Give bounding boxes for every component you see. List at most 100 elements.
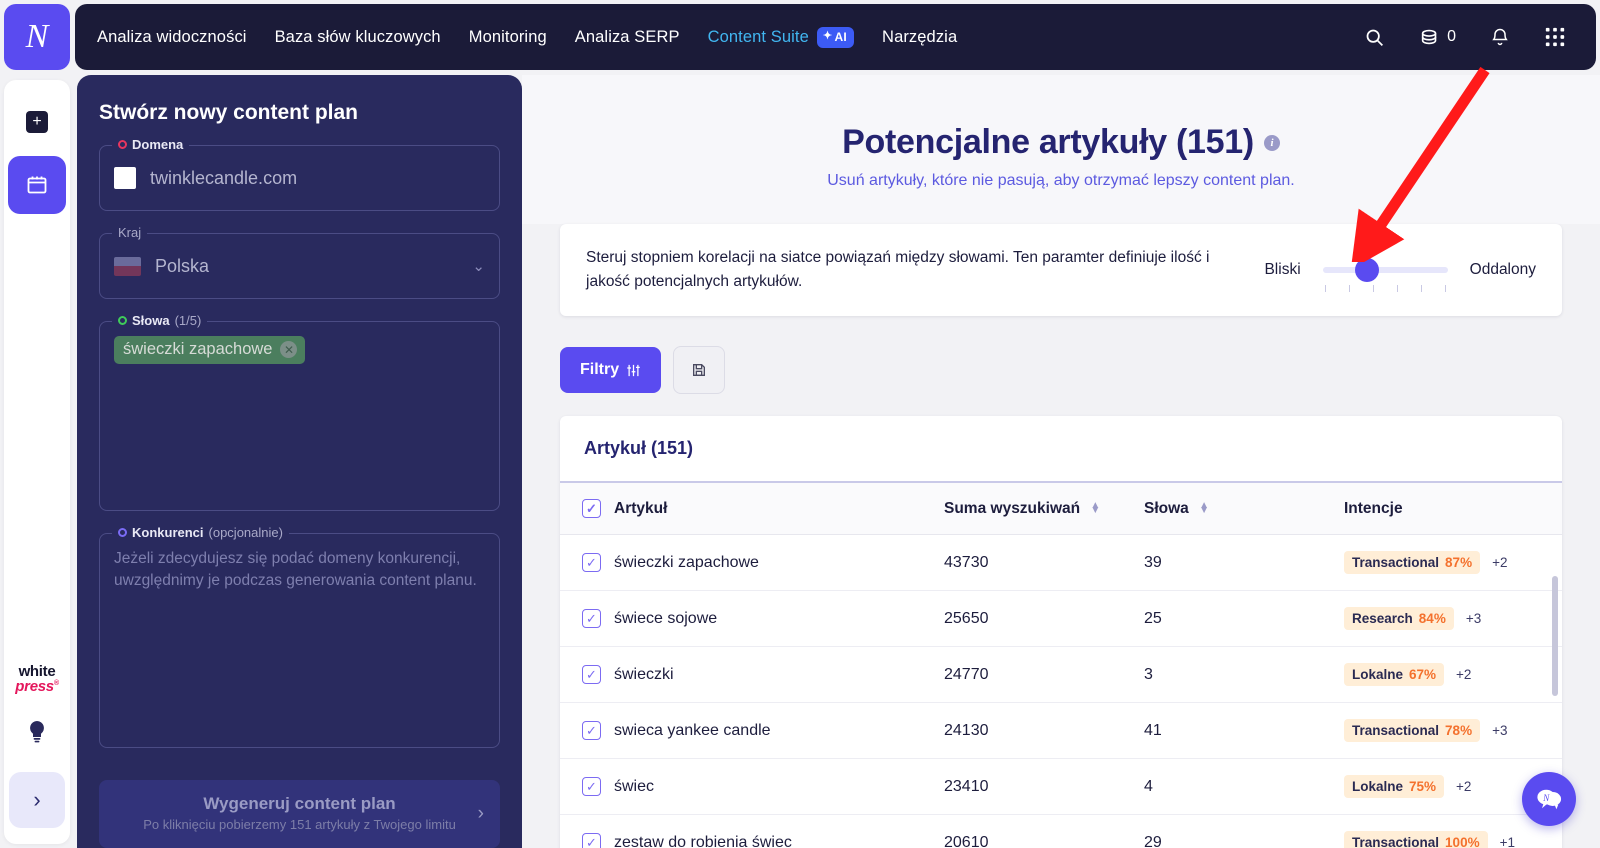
intent-label: Lokalne <box>1352 779 1404 795</box>
generate-button-label: Wygeneruj content plan <box>203 794 396 813</box>
row-intents: Transactional 78% +3 <box>1344 702 1562 760</box>
row-searches: 25650 <box>944 590 1144 648</box>
sort-icon[interactable]: ▲ ▼ <box>1090 500 1100 516</box>
generate-button-sublabel: Po kliknięciu pobierzemy 151 artykuły z … <box>143 817 456 832</box>
intent-badge[interactable]: Lokalne 75% <box>1344 775 1445 799</box>
ai-badge-label: AI <box>834 29 848 44</box>
chevron-down-icon[interactable]: ⌄ <box>472 257 485 275</box>
column-header-article[interactable]: Artykuł <box>614 483 944 536</box>
whitepress-logo-line2: press® <box>15 678 59 696</box>
row-searches: 23410 <box>944 758 1144 816</box>
row-checkbox[interactable]: ✓ <box>582 665 601 685</box>
country-field-row: Polska ⌄ <box>114 248 485 284</box>
intent-more-count: +3 <box>1492 723 1508 739</box>
keywords-legend-label: Słowa <box>132 313 170 328</box>
credits-button[interactable]: 0 <box>1419 26 1456 48</box>
row-checkbox[interactable]: ✓ <box>582 609 601 629</box>
save-view-button[interactable] <box>673 346 726 395</box>
intent-badge[interactable]: Research 84% <box>1344 607 1454 631</box>
nav-item-analiza-widocznosci[interactable]: Analiza widoczności <box>97 28 247 47</box>
row-select-cell: ✓ <box>560 702 614 760</box>
brand-logo-icon[interactable]: N <box>4 4 70 70</box>
optional-dot-icon <box>118 316 127 325</box>
create-content-plan-panel: Stwórz nowy content plan Domena twinklec… <box>77 75 522 848</box>
articles-table-title: Artykuł (151) <box>560 416 1562 484</box>
poland-flag-icon <box>114 256 141 276</box>
content-plan-nav-button[interactable] <box>8 156 66 214</box>
page-title-text: Potencjalne artykuły (151) <box>842 123 1254 161</box>
domain-field[interactable]: Domena twinklecandle.com <box>99 137 500 211</box>
credits-count: 0 <box>1447 28 1456 45</box>
add-new-button[interactable]: + <box>13 98 61 146</box>
country-field[interactable]: Kraj Polska ⌄ <box>99 225 500 299</box>
country-value: Polska <box>155 255 210 276</box>
app-root: N + white press® › Analiza widoczności B… <box>0 0 1600 848</box>
slider-track[interactable] <box>1322 267 1448 274</box>
row-checkbox[interactable]: ✓ <box>582 777 601 797</box>
competitors-field[interactable]: Konkurenci (opcjonalnie) Jeżeli zdecyduj… <box>99 525 500 748</box>
info-dot-icon <box>118 528 127 537</box>
nav-item-content-suite-wrap[interactable]: Content Suite ✦ AI <box>708 26 855 48</box>
articles-table-card: Artykuł (151) ✓ Artykuł Suma wyszukiwań … <box>560 416 1562 848</box>
notifications-button[interactable] <box>1490 26 1510 48</box>
intent-badge[interactable]: Transactional 100% <box>1344 831 1488 848</box>
intent-badge[interactable]: Transactional 87% <box>1344 551 1481 575</box>
keywords-count-label: (1/5) <box>174 313 202 328</box>
remove-keyword-icon[interactable]: ✕ <box>280 341 298 358</box>
row-article: świec <box>614 758 944 816</box>
intent-label: Transactional <box>1352 555 1440 571</box>
tips-bulb-button[interactable] <box>26 719 48 750</box>
table-row[interactable]: ✓ świec 23410 4 Lokalne 75% +2 <box>560 758 1562 816</box>
row-searches: 43730 <box>944 534 1144 592</box>
search-button[interactable] <box>1364 27 1385 48</box>
filters-button-label: Filtry <box>580 361 620 379</box>
table-row[interactable]: ✓ zestaw do robienia świec 20610 29 Transact… <box>560 814 1562 848</box>
nav-item-monitoring[interactable]: Monitoring <box>469 28 547 47</box>
intent-more-count: +3 <box>1465 611 1482 627</box>
column-header-words-label: Słowa <box>1144 499 1189 517</box>
correlation-slider[interactable] <box>1322 258 1448 293</box>
row-article: świeczki zapachowe <box>614 534 944 592</box>
column-header-words[interactable]: Słowa ▲ ▼ <box>1144 483 1344 536</box>
apps-grid-button[interactable] <box>1544 26 1566 48</box>
info-icon[interactable]: i <box>1263 134 1280 151</box>
keyword-chip[interactable]: świeczki zapachowe ✕ <box>114 336 306 364</box>
intent-badge[interactable]: Lokalne 67% <box>1344 663 1445 687</box>
row-words: 41 <box>1144 702 1344 760</box>
sort-icon[interactable]: ▲ ▼ <box>1199 500 1209 516</box>
select-all-checkbox[interactable]: ✓ <box>582 499 601 519</box>
slider-label-right: Oddalony <box>1469 261 1536 279</box>
table-row[interactable]: ✓ świece sojowe 25650 25 Research 84% +3 <box>560 590 1562 648</box>
row-checkbox[interactable]: ✓ <box>582 833 601 848</box>
table-row[interactable]: ✓ świeczki 24770 3 Lokalne 67% +2 <box>560 646 1562 704</box>
table-row[interactable]: ✓ swieca yankee candle 24130 41 Transactiona… <box>560 702 1562 760</box>
column-header-searches[interactable]: Suma wyszukiwań ▲ ▼ <box>944 483 1144 536</box>
row-article: świece sojowe <box>614 590 944 648</box>
select-all-header: ✓ <box>560 483 614 536</box>
correlation-slider-card: Steruj stopniem korelacji na siatce powi… <box>560 224 1562 317</box>
nav-item-narzedzia[interactable]: Narzędzia <box>882 28 957 47</box>
slider-tick <box>1396 285 1398 293</box>
svg-text:N: N <box>1542 794 1550 804</box>
slider-thumb[interactable] <box>1354 258 1379 283</box>
filters-button[interactable]: Filtry <box>560 347 662 394</box>
expand-sidebar-button[interactable]: › <box>9 772 65 828</box>
nav-item-analiza-serp[interactable]: Analiza SERP <box>575 28 680 47</box>
row-select-cell: ✓ <box>560 534 614 592</box>
bell-icon <box>1492 28 1508 46</box>
competitors-field-legend: Konkurenci (opcjonalnie) <box>112 525 289 540</box>
chat-support-button[interactable]: N <box>1522 772 1576 826</box>
table-scrollbar[interactable] <box>1552 576 1558 697</box>
keywords-field-legend: Słowa (1/5) <box>112 313 208 328</box>
row-words: 3 <box>1144 646 1344 704</box>
generate-content-plan-button[interactable]: Wygeneruj content plan Po kliknięciu pob… <box>99 780 500 848</box>
nav-item-baza-slow-kluczowych[interactable]: Baza słów kluczowych <box>275 28 441 47</box>
row-checkbox[interactable]: ✓ <box>582 553 601 573</box>
sliders-icon <box>627 364 640 376</box>
nav-item-content-suite[interactable]: Content Suite <box>708 28 809 47</box>
table-row[interactable]: ✓ świeczki zapachowe 43730 39 Transactional 8… <box>560 534 1562 592</box>
keywords-field[interactable]: Słowa (1/5) świeczki zapachowe ✕ <box>99 313 500 511</box>
slider-tick <box>1324 285 1326 293</box>
intent-badge[interactable]: Transactional 78% <box>1344 719 1481 743</box>
row-checkbox[interactable]: ✓ <box>582 721 601 741</box>
